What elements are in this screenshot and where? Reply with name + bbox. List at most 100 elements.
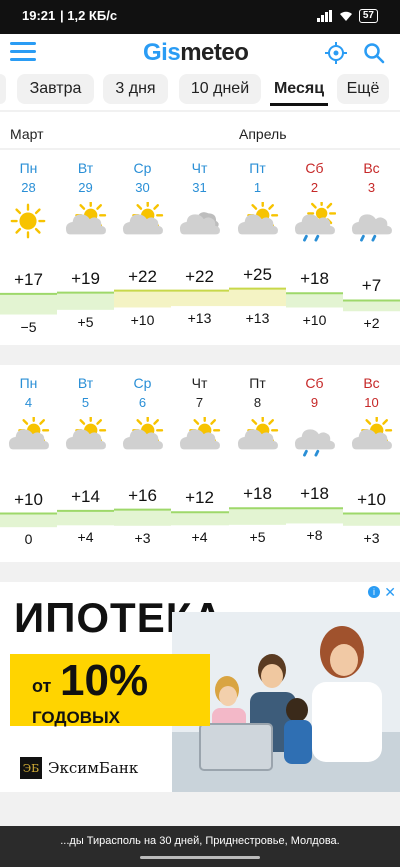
max-temperature: +7 xyxy=(361,276,382,296)
day-column[interactable]: Ср 6 xyxy=(114,365,171,410)
tab-10-days[interactable]: 10 дней xyxy=(179,74,261,104)
min-temperature: +2 xyxy=(363,315,380,332)
day-column[interactable]: Чт 7 xyxy=(171,365,228,410)
temperature-band xyxy=(343,513,400,526)
max-temperature: +19 xyxy=(71,268,100,288)
temperature-band xyxy=(286,293,343,308)
day-column[interactable]: Пн 4 xyxy=(0,365,57,410)
temperature-band xyxy=(0,293,57,315)
min-temperature: +5 xyxy=(249,528,266,545)
max-temperature: +22 xyxy=(128,266,157,286)
battery-icon: 57 xyxy=(358,9,378,23)
cloud-sun-icon xyxy=(237,417,279,450)
rain-sun-icon xyxy=(294,202,336,242)
temperature-band xyxy=(343,300,400,312)
day-name: Пн xyxy=(19,160,38,176)
rain-icon xyxy=(294,429,335,457)
cloud-sun-icon xyxy=(237,202,279,235)
temperature-band xyxy=(229,288,286,307)
day-name: Вс xyxy=(363,160,380,176)
app-root: 19:21 | 1,2 КБ/с 57 Gismeteo Завтра 3 дн… xyxy=(0,0,400,867)
temperature-band xyxy=(171,512,229,526)
day-number: 8 xyxy=(253,395,262,410)
ad-percent: 10% xyxy=(60,656,149,705)
day-column[interactable]: Вс 10 xyxy=(343,365,400,410)
cloud-sun-icon xyxy=(351,417,393,450)
cloud-sun-icon xyxy=(122,417,164,450)
period-tabs: Завтра 3 дня 10 дней Месяц Ещё xyxy=(0,74,400,110)
tab-tomorrow[interactable]: Завтра xyxy=(17,74,94,104)
ad-info-icon[interactable]: i xyxy=(368,586,380,598)
tab-month[interactable]: Месяц xyxy=(270,74,328,106)
day-name: Ср xyxy=(133,160,152,176)
status-icons: 57 xyxy=(316,9,378,23)
ad-banner[interactable]: ИПОТЕКА i ✕ от 10% ГОДОВЫХ ЭБ ЭксимБанк xyxy=(0,582,400,792)
logo[interactable]: Gismeteo xyxy=(143,39,249,67)
ad-close-icon[interactable]: ✕ xyxy=(384,584,396,601)
day-column[interactable]: Вс 3 xyxy=(343,150,400,195)
temperature-band xyxy=(57,292,114,310)
tab-more[interactable]: Ещё xyxy=(337,74,389,104)
temperature-band xyxy=(286,508,343,524)
cloud-sun-icon xyxy=(122,202,164,235)
day-number: 7 xyxy=(195,395,204,410)
day-name: Ср xyxy=(133,375,152,391)
temperature-band xyxy=(171,290,229,307)
day-name: Пн xyxy=(19,375,38,391)
max-temperature: +12 xyxy=(185,488,214,508)
temperature-band xyxy=(229,508,286,525)
max-temperature: +10 xyxy=(357,489,386,509)
max-temperature: +22 xyxy=(185,266,214,286)
temperature-band xyxy=(114,509,171,526)
day-column[interactable]: Вт 5 xyxy=(57,365,114,410)
min-temperature: 0 xyxy=(24,531,33,548)
tab-partial[interactable] xyxy=(0,74,6,104)
day-column[interactable]: Пн 28 xyxy=(0,150,57,195)
status-time: 19:21 xyxy=(22,8,56,23)
max-temperature: +14 xyxy=(71,486,100,506)
temperature-band xyxy=(114,290,171,308)
rain-icon xyxy=(351,214,392,242)
min-temperature: +10 xyxy=(130,311,155,328)
day-number: 3 xyxy=(367,180,376,195)
cloud-sun-icon xyxy=(8,417,50,450)
ad-from: от xyxy=(32,676,52,696)
min-temperature: +5 xyxy=(77,313,94,330)
day-name: Вт xyxy=(77,160,94,176)
day-name: Сб xyxy=(305,375,324,391)
home-indicator[interactable] xyxy=(140,856,260,859)
max-temperature: +10 xyxy=(14,489,43,509)
search-icon[interactable] xyxy=(363,42,385,64)
day-number: 30 xyxy=(135,180,150,195)
cloud-sun-icon xyxy=(179,417,221,450)
cloud-sun-icon xyxy=(65,202,107,235)
location-icon[interactable] xyxy=(325,42,347,64)
day-column[interactable]: Пт 8 xyxy=(229,365,286,410)
max-temperature: +17 xyxy=(14,269,43,289)
wifi-icon xyxy=(339,11,352,21)
max-temperature: +25 xyxy=(243,264,272,284)
day-number: 6 xyxy=(138,395,147,410)
day-name: Пт xyxy=(249,375,266,391)
temperature-band xyxy=(0,513,57,528)
menu-icon[interactable] xyxy=(10,42,36,64)
max-temperature: +16 xyxy=(128,485,157,505)
status-bar: 19:21 | 1,2 КБ/с 57 xyxy=(0,0,400,34)
week-card-2: Пн 4 +10 0 Вт 5 +14 +4 Ср 6 +16 +3 Чт 7 +12 +4 Пт 8 +18 +5 С… xyxy=(0,365,400,562)
day-number: 4 xyxy=(24,395,33,410)
day-number: 10 xyxy=(364,395,379,410)
month-label-april: Апрель xyxy=(239,126,287,142)
day-column[interactable]: Вт 29 xyxy=(57,150,114,195)
day-number: 29 xyxy=(78,180,93,195)
day-column[interactable]: Чт 31 xyxy=(171,150,228,195)
app-header: Gismeteo xyxy=(0,34,400,74)
day-column[interactable]: Ср 30 xyxy=(114,150,171,195)
day-column[interactable]: Сб 9 xyxy=(286,365,343,410)
week-card-1: Пн 28 +17 −5 Вт 29 +19 +5 Ср 30 +22 +10 Чт 31 +22 +13 Пт… xyxy=(0,150,400,345)
min-temperature: +8 xyxy=(306,527,323,544)
min-temperature: +4 xyxy=(191,529,208,546)
temperature-band xyxy=(57,510,114,526)
tab-3-days[interactable]: 3 дня xyxy=(103,74,168,104)
day-column[interactable]: Сб 2 xyxy=(286,150,343,195)
day-column[interactable]: Пт 1 xyxy=(229,150,286,195)
